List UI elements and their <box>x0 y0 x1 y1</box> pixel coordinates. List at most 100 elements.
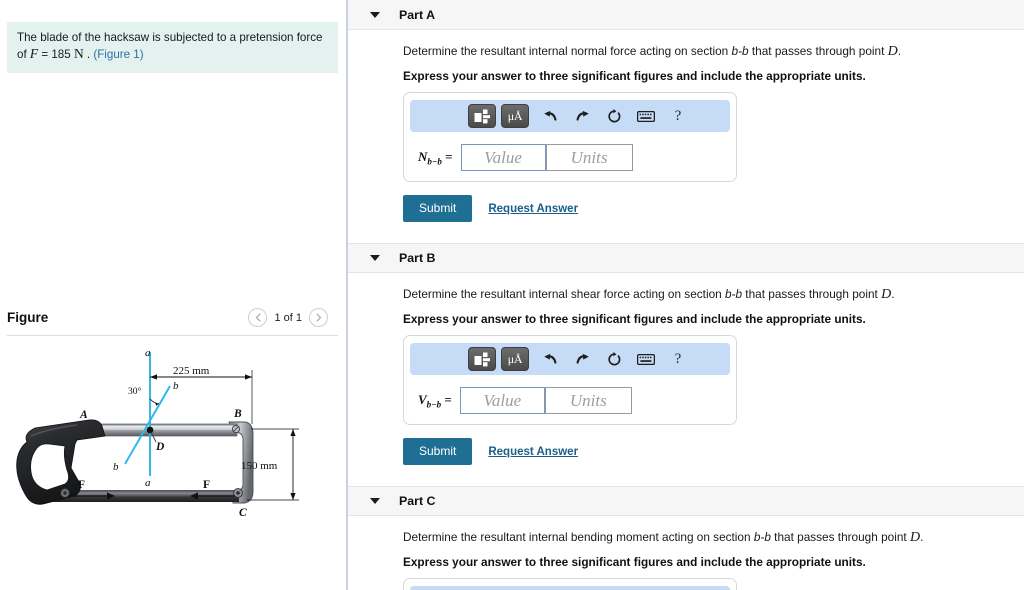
collapse-caret-icon <box>370 11 380 18</box>
redo-glyph <box>576 353 589 364</box>
part-a-math-toolbar: μÅ ? <box>410 100 730 132</box>
part-a-answer-row: Nb−b = Value Units <box>404 144 736 171</box>
part-c-prompt: Determine the resultant internal bending… <box>403 530 1024 545</box>
part-b-symbol-sub: b−b <box>426 399 442 410</box>
part-b-section: b-b <box>724 287 743 301</box>
part-a-prompt-mid: that passes through point <box>748 44 888 58</box>
part-a-answer-symbol: Nb−b = <box>418 149 453 167</box>
part-b-actions: Submit Request Answer <box>403 438 1024 465</box>
part-b-submit-button[interactable]: Submit <box>403 438 473 465</box>
part-c-point: D <box>909 530 921 545</box>
label-force-right: F <box>203 479 210 491</box>
part-a-body: Determine the resultant internal normal … <box>348 30 1024 222</box>
part-b-answer-symbol: Vb−b = <box>418 392 452 410</box>
math-template-icon[interactable] <box>468 104 496 128</box>
part-a-units-input[interactable]: Units <box>545 144 633 171</box>
micro-angstrom-units-icon[interactable]: μÅ <box>501 104 529 128</box>
part-header-c[interactable]: Part C <box>348 486 1024 516</box>
force-value: 185 <box>51 48 71 61</box>
keyboard-icon[interactable] <box>630 347 662 371</box>
figure-divider <box>7 335 338 336</box>
micro-angstrom-units-icon[interactable]: μÅ <box>501 347 529 371</box>
math-template-glyph <box>474 352 490 366</box>
label-point-B: B <box>233 408 242 420</box>
part-a-value-input[interactable]: Value <box>460 144 546 171</box>
force-symbol: F <box>29 46 39 61</box>
redo-arrow-icon[interactable] <box>566 347 598 371</box>
chevron-right-icon <box>315 313 321 322</box>
keyboard-icon[interactable] <box>630 104 662 128</box>
undo-glyph <box>543 110 556 121</box>
problem-statement: The blade of the hacksaw is subjected to… <box>7 22 338 73</box>
part-c-math-toolbar: μÅ <box>410 586 730 590</box>
part-a-symbol-base: N <box>418 148 428 164</box>
part-header-a[interactable]: Part A <box>348 0 1024 30</box>
force-equals: = <box>38 48 52 61</box>
keyboard-glyph <box>637 353 655 365</box>
figure-1-link[interactable]: (Figure 1) <box>93 48 143 61</box>
part-a-label: Part A <box>399 7 436 22</box>
part-b-prompt-end: . <box>891 287 895 301</box>
reset-circle-icon[interactable] <box>598 347 630 371</box>
part-b-value-input[interactable]: Value <box>459 387 545 414</box>
part-a-answer-card: μÅ ? Nb−b = Value Units <box>403 92 737 182</box>
part-b-prompt-mid: that passes through point <box>742 287 882 301</box>
handle-grip-hole <box>30 443 69 491</box>
part-a-prompt-lead: Determine the resultant internal normal … <box>403 44 732 58</box>
part-b-value-placeholder: Value <box>483 390 522 410</box>
part-a-instruction: Express your answer to three significant… <box>403 69 866 83</box>
label-dim-150: 150 mm <box>241 460 278 472</box>
figure-prev-button[interactable] <box>248 308 268 327</box>
label-point-C: C <box>239 507 247 519</box>
part-b-body: Determine the resultant internal shear f… <box>348 273 1024 465</box>
part-c-prompt-lead: Determine the resultant internal bending… <box>403 530 754 544</box>
part-a-request-answer-link[interactable]: Request Answer <box>488 203 578 215</box>
undo-arrow-icon[interactable] <box>534 347 566 371</box>
part-b-math-toolbar: μÅ ? <box>410 343 730 375</box>
math-template-icon[interactable] <box>468 347 496 371</box>
label-a-top: a <box>145 347 151 359</box>
part-a-value-placeholder: Value <box>484 147 522 167</box>
label-angle-30: 30° <box>128 386 142 397</box>
part-a-section: b-b <box>731 44 749 58</box>
part-c-answer-card: μÅ <box>403 578 737 590</box>
keyboard-glyph <box>637 110 655 122</box>
dim-225-arrow-left <box>150 374 157 380</box>
part-b-point: D <box>881 287 892 302</box>
part-b-label: Part B <box>399 251 436 265</box>
collapse-caret-icon <box>370 498 380 504</box>
left-pane: The blade of the hacksaw is subjected to… <box>0 0 345 590</box>
part-b-answer-row: Vb−b = Value Units <box>404 387 736 414</box>
part-c-instruction: Express your answer to three significant… <box>403 555 866 569</box>
pin-left-center <box>63 491 67 495</box>
hacksaw-diagram-svg: a a b b 30° 225 mm 150 mm A B C D F F <box>16 347 299 519</box>
part-c-prompt-mid: that passes through point <box>770 530 910 544</box>
part-header-b[interactable]: Part B <box>348 243 1024 273</box>
undo-arrow-icon[interactable] <box>534 104 566 128</box>
part-a-symbol-sub: b−b <box>427 156 442 167</box>
part-b-request-answer-link[interactable]: Request Answer <box>488 446 578 458</box>
micro-angstrom-glyph: μÅ <box>507 351 523 366</box>
help-icon[interactable]: ? <box>662 347 694 371</box>
point-D-marker <box>146 426 154 434</box>
reset-glyph <box>607 351 620 365</box>
part-a-point: D <box>887 44 898 59</box>
redo-arrow-icon[interactable] <box>566 104 598 128</box>
part-c-section: b-b <box>753 530 771 544</box>
micro-angstrom-glyph: μÅ <box>507 108 523 123</box>
reset-circle-icon[interactable] <box>598 104 630 128</box>
problem-text-after: . <box>83 48 94 61</box>
pin-right-center <box>236 491 240 495</box>
label-force-left: F <box>78 479 85 491</box>
figure-navigation: 1 of 1 <box>248 308 328 327</box>
figure-title: Figure <box>7 310 49 325</box>
part-b-units-input[interactable]: Units <box>544 387 632 414</box>
dim-150-arrow-bottom <box>290 493 296 500</box>
part-a-submit-button[interactable]: Submit <box>403 195 473 222</box>
help-icon[interactable]: ? <box>662 104 694 128</box>
part-b-instruction: Express your answer to three significant… <box>403 312 866 326</box>
figure-next-button[interactable] <box>309 308 328 327</box>
collapse-caret-icon <box>370 255 380 261</box>
part-b-prompt: Determine the resultant internal shear f… <box>403 287 1024 302</box>
part-b-prompt-lead: Determine the resultant internal shear f… <box>403 287 725 301</box>
